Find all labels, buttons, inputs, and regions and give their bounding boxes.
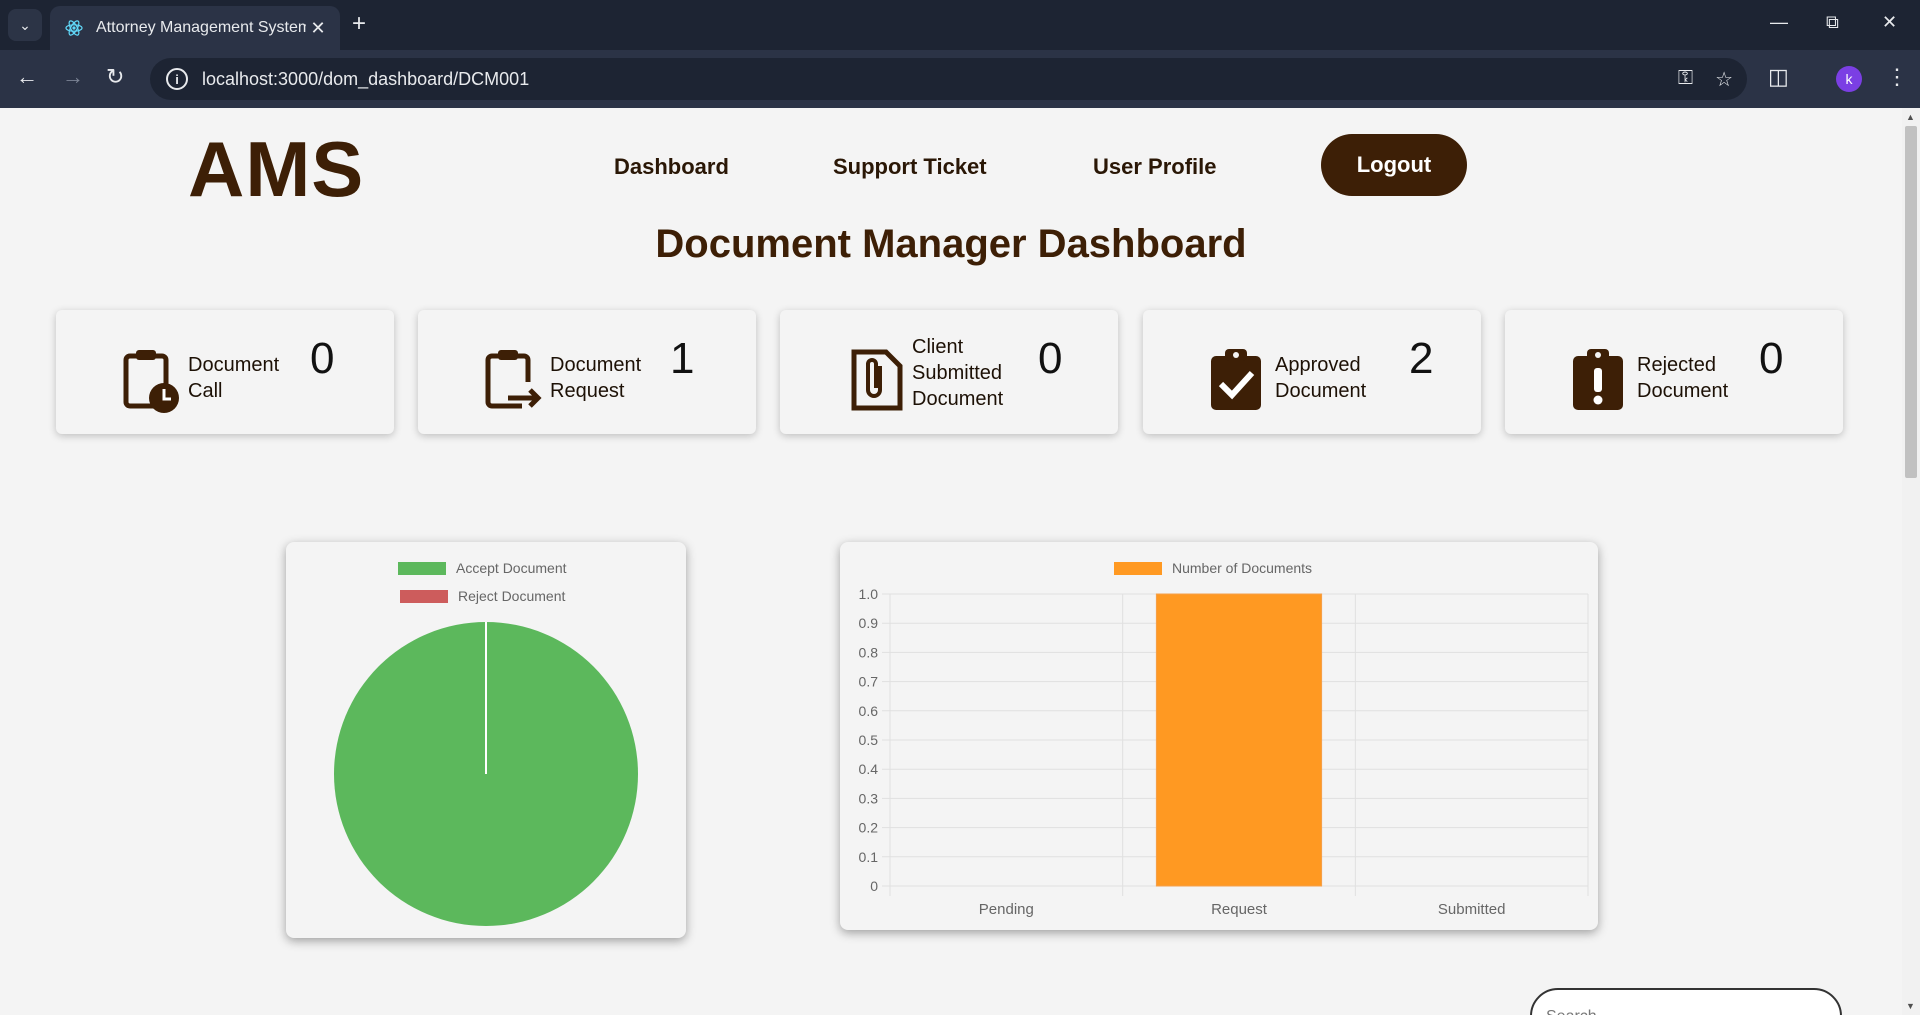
card-label-line: Document: [550, 354, 642, 376]
y-tick-label: 0.4: [859, 761, 879, 777]
back-icon[interactable]: ←: [16, 66, 38, 88]
x-tick-label: Request: [1211, 901, 1268, 918]
card-count: 0: [1759, 334, 1784, 383]
star-icon[interactable]: ☆: [1715, 67, 1733, 92]
reload-icon[interactable]: ↻: [106, 66, 124, 88]
url-field[interactable]: i localhost:3000/dom_dashboard/DCM001 ⚿ …: [150, 58, 1747, 100]
tab-title: Attorney Management System (: [96, 19, 306, 36]
clipboard-exclamation-icon: [1573, 349, 1623, 410]
card-label-line: Document: [188, 354, 280, 376]
legend-item-accept[interactable]: Accept Document: [398, 560, 567, 576]
forward-icon[interactable]: →: [62, 66, 84, 88]
card-label-line: Document: [1637, 380, 1729, 402]
restore-icon[interactable]: ⧉: [1826, 12, 1839, 33]
bar-request[interactable]: [1155, 593, 1323, 887]
x-tick-label: Pending: [979, 901, 1034, 918]
y-tick-label: 0.7: [859, 674, 879, 690]
new-tab-icon[interactable]: +: [352, 12, 366, 36]
brand-logo[interactable]: AMS: [188, 124, 364, 215]
url-text: localhost:3000/dom_dashboard/DCM001: [202, 68, 530, 89]
card-label-line: Rejected: [1637, 354, 1716, 376]
browser-tab-bar: ⌄ Attorney Management System ( ✕ + — ⧉ ✕: [0, 0, 1920, 50]
search-input[interactable]: Search: [1530, 988, 1842, 1015]
pie-chart-card: Accept Document Reject Document: [286, 542, 686, 938]
y-tick-label: 0.2: [859, 820, 879, 836]
card-label-line: Submitted: [912, 362, 1003, 384]
clipboard-arrow-icon: [485, 350, 542, 409]
bar-chart: 1.0 0.9 0.8 0.7 0.6 0.5 0.4 0.3 0.2 0.1 0 Pending Re…: [859, 586, 1589, 918]
nav-dashboard[interactable]: Dashboard: [614, 154, 729, 180]
x-tick-label: Submitted: [1438, 901, 1506, 918]
legend-swatch: [400, 589, 448, 603]
legend-swatch: [398, 561, 446, 575]
card-count: 0: [310, 334, 335, 383]
key-icon[interactable]: ⚿: [1678, 67, 1693, 92]
pie-chart: [334, 622, 638, 926]
card-label-line: Document: [912, 388, 1004, 410]
nav-user-profile[interactable]: User Profile: [1093, 154, 1217, 180]
card-rejected-document[interactable]: Rejected Document 0: [1505, 310, 1843, 434]
card-label-line: Document: [1275, 380, 1367, 402]
profile-avatar[interactable]: k: [1836, 66, 1862, 92]
card-count: 0: [1038, 334, 1063, 383]
card-document-call[interactable]: Document Call 0: [56, 310, 394, 434]
scrollbar-thumb[interactable]: [1905, 126, 1917, 478]
card-count: 1: [670, 334, 695, 383]
y-tick-label: 0.3: [859, 790, 879, 806]
page-content: AMS Dashboard Support Ticket User Profil…: [0, 108, 1902, 1015]
y-tick-label: 0.6: [859, 703, 879, 719]
card-label-line: Request: [550, 380, 625, 402]
browser-tab[interactable]: Attorney Management System ( ✕: [50, 6, 340, 50]
y-tick-label: 0.1: [859, 849, 879, 865]
card-count: 2: [1409, 334, 1434, 383]
close-tab-icon[interactable]: ✕: [306, 18, 330, 39]
card-client-submitted-document[interactable]: Client Submitted Document 0: [780, 310, 1118, 434]
card-label-line: Approved: [1275, 354, 1361, 376]
menu-icon[interactable]: ⋮: [1886, 66, 1908, 88]
bar-chart-card: Number of Documents 1.0 0.9 0.8 0.7 0.6 0.5 0.…: [840, 542, 1598, 930]
card-approved-document[interactable]: Approved Document 2: [1143, 310, 1481, 434]
react-logo-icon: [65, 20, 83, 36]
card-document-request[interactable]: Document Request 1: [418, 310, 756, 434]
legend-label: Accept Document: [456, 560, 567, 576]
y-tick-label: 0: [870, 878, 878, 894]
y-tick-label: 0.5: [859, 732, 879, 748]
file-paperclip-icon: [851, 349, 903, 411]
nav-support-ticket[interactable]: Support Ticket: [833, 154, 987, 180]
y-tick-label: 1.0: [859, 586, 879, 602]
legend-item-reject[interactable]: Reject Document: [400, 588, 565, 604]
chevron-down-icon: ⌄: [19, 16, 31, 33]
site-info-icon[interactable]: i: [166, 68, 188, 90]
clipboard-check-icon: [1211, 349, 1261, 410]
close-window-icon[interactable]: ✕: [1882, 12, 1897, 33]
scroll-down-arrow-icon[interactable]: ▼: [1906, 1001, 1915, 1011]
logout-button[interactable]: Logout: [1321, 134, 1467, 196]
card-label-line: Call: [188, 380, 223, 402]
extensions-icon[interactable]: ◫: [1768, 66, 1789, 88]
page-scrollbar[interactable]: ▲ ▼: [1902, 108, 1920, 1015]
card-label-line: Client: [912, 336, 964, 358]
scroll-up-arrow-icon[interactable]: ▲: [1906, 112, 1915, 122]
y-tick-label: 0.9: [859, 615, 879, 631]
tab-search-button[interactable]: ⌄: [8, 9, 42, 41]
y-tick-label: 0.8: [859, 644, 879, 660]
address-bar-row: ← → ↻ i localhost:3000/dom_dashboard/DCM…: [0, 50, 1920, 108]
page-title: Document Manager Dashboard: [655, 222, 1247, 266]
clipboard-clock-icon: [123, 350, 179, 413]
minimize-icon[interactable]: —: [1770, 12, 1788, 33]
legend-label: Reject Document: [458, 588, 566, 604]
